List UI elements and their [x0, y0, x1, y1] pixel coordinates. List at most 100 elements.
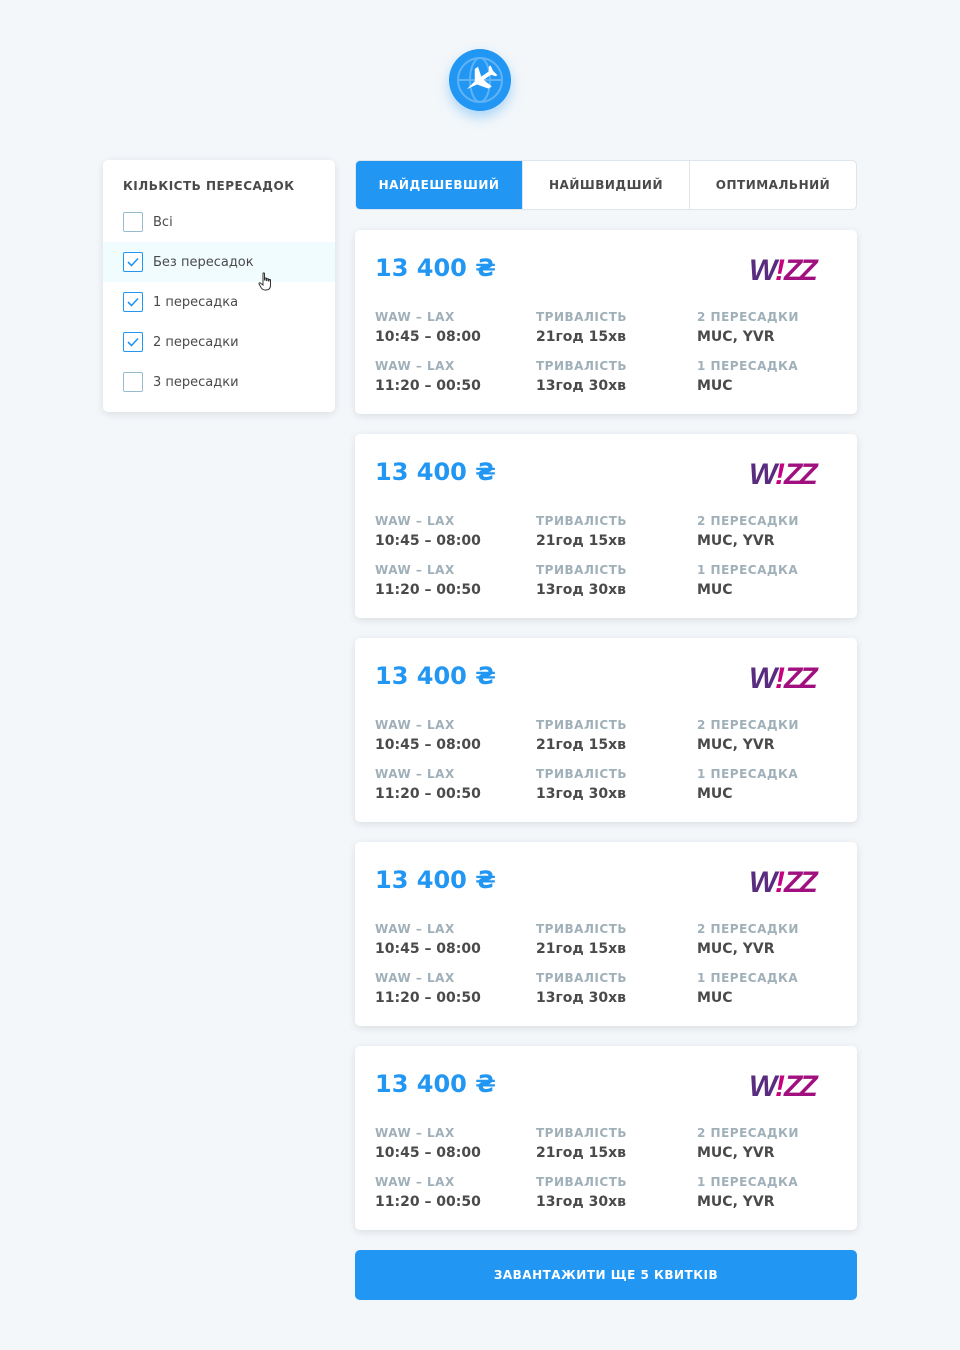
stops-column: 2 пересадки MUC, YVR	[697, 1125, 799, 1163]
carrier-logo: W! ZZ	[749, 1068, 822, 1108]
stops-column: 1 пересадка MUC	[697, 358, 798, 396]
checkbox[interactable]	[123, 292, 143, 312]
time-value: 10:45 – 08:00	[375, 737, 481, 753]
flight-segment: WAW – LAX 10:45 – 08:00 Тривалість 21год 15…	[375, 1125, 837, 1165]
route-label: WAW – LAX	[375, 922, 455, 936]
checkmark-icon	[127, 297, 139, 307]
flight-segment: WAW – LAX 11:20 – 00:50 Тривалість 13год 30…	[375, 1174, 837, 1214]
route-column: WAW – LAX 11:20 – 00:50	[375, 1174, 481, 1212]
time-value: 10:45 – 08:00	[375, 533, 481, 549]
ticket-price: 13 400 ₴	[375, 458, 496, 486]
route-column: WAW – LAX 10:45 – 08:00	[375, 921, 481, 959]
flight-segment: WAW – LAX 10:45 – 08:00 Тривалість 21год 15…	[375, 309, 837, 349]
route-label: WAW – LAX	[375, 1126, 455, 1140]
duration-column: Тривалість 13год 30хв	[536, 358, 627, 396]
hand-pointer-icon	[258, 272, 271, 291]
route-label: WAW – LAX	[375, 1175, 455, 1189]
filter-option-label: 3 пересадки	[153, 374, 239, 390]
airplane-globe-icon	[457, 57, 503, 103]
stops-label: 1 пересадка	[697, 971, 799, 985]
wizz-air-logo: W! ZZ	[749, 1070, 822, 1103]
stops-column: 1 пересадка MUC	[697, 562, 798, 600]
filter-option[interactable]: 3 пересадки	[103, 362, 335, 402]
tab-optimal[interactable]: ОПТИМАЛЬНИЙ	[690, 161, 856, 209]
stops-value: MUC	[697, 378, 733, 394]
stops-value: MUC, YVR	[697, 941, 775, 957]
wizz-air-logo: W! ZZ	[749, 662, 822, 695]
stops-column: 1 пересадка MUC	[697, 970, 798, 1008]
stops-column: 2 пересадки MUC, YVR	[697, 513, 799, 551]
svg-text:ZZ: ZZ	[783, 254, 819, 287]
route-label: WAW – LAX	[375, 718, 455, 732]
svg-text:ZZ: ZZ	[783, 662, 819, 695]
stops-value: MUC	[697, 786, 733, 802]
route-column: WAW – LAX 11:20 – 00:50	[375, 766, 481, 804]
duration-label: Тривалість	[536, 971, 628, 985]
checkbox[interactable]	[123, 212, 143, 232]
stops-column: 2 пересадки MUC, YVR	[697, 921, 799, 959]
stops-label: 2 пересадки	[697, 922, 799, 936]
ticket-card[interactable]: 13 400 ₴ W! ZZ WAW – LAX 10:45 – 08:00 Тривал…	[355, 230, 857, 414]
stops-value: MUC, YVR	[697, 1145, 775, 1161]
stops-value: MUC	[697, 582, 733, 598]
stops-column: 2 пересадки MUC, YVR	[697, 309, 799, 347]
duration-column: Тривалість 13год 30хв	[536, 1174, 627, 1212]
ticket-card[interactable]: 13 400 ₴ W! ZZ WAW – LAX 10:45 – 08:00 Тривал…	[355, 638, 857, 822]
stops-column: 1 пересадка MUC	[697, 766, 798, 804]
wizz-air-logo: W! ZZ	[749, 458, 822, 491]
ticket-card[interactable]: 13 400 ₴ W! ZZ WAW – LAX 10:45 – 08:00 Тривал…	[355, 842, 857, 1026]
time-value: 10:45 – 08:00	[375, 329, 481, 345]
stops-label: 1 пересадка	[697, 359, 799, 373]
filter-option[interactable]: Всі	[103, 202, 335, 242]
time-value: 11:20 – 00:50	[375, 1194, 481, 1210]
route-column: WAW – LAX 10:45 – 08:00	[375, 1125, 481, 1163]
time-value: 10:45 – 08:00	[375, 1145, 481, 1161]
duration-value: 21год 15хв	[536, 737, 626, 753]
duration-label: Тривалість	[536, 514, 628, 528]
duration-value: 13год 30хв	[536, 990, 626, 1006]
ticket-card[interactable]: 13 400 ₴ W! ZZ WAW – LAX 10:45 – 08:00 Тривал…	[355, 434, 857, 618]
flight-segment: WAW – LAX 11:20 – 00:50 Тривалість 13год 30…	[375, 358, 837, 398]
route-label: WAW – LAX	[375, 767, 455, 781]
svg-text:ZZ: ZZ	[783, 458, 819, 491]
tab-cheapest[interactable]: НАЙДЕШЕВШИЙ	[356, 161, 523, 209]
wizz-air-logo: W! ZZ	[749, 254, 822, 287]
duration-column: Тривалість 21год 15хв	[536, 717, 627, 755]
duration-value: 21год 15хв	[536, 329, 626, 345]
duration-label: Тривалість	[536, 563, 628, 577]
flight-segment: WAW – LAX 11:20 – 00:50 Тривалість 13год 30…	[375, 970, 837, 1010]
flight-segment: WAW – LAX 10:45 – 08:00 Тривалість 21год 15…	[375, 717, 837, 757]
flight-segment: WAW – LAX 10:45 – 08:00 Тривалість 21год 15…	[375, 513, 837, 553]
filter-option[interactable]: Без пересадок	[103, 242, 335, 282]
filter-option-label: Без пересадок	[153, 254, 254, 270]
duration-label: Тривалість	[536, 922, 628, 936]
duration-value: 13год 30хв	[536, 582, 626, 598]
stops-value: MUC, YVR	[697, 329, 775, 345]
duration-column: Тривалість 21год 15хв	[536, 513, 627, 551]
stops-label: 1 пересадка	[697, 1175, 799, 1189]
duration-column: Тривалість 13год 30хв	[536, 766, 627, 804]
stops-value: MUC	[697, 990, 733, 1006]
checkbox[interactable]	[123, 372, 143, 392]
route-column: WAW – LAX 10:45 – 08:00	[375, 717, 481, 755]
flight-segment: WAW – LAX 10:45 – 08:00 Тривалість 21год 15…	[375, 921, 837, 961]
ticket-card[interactable]: 13 400 ₴ W! ZZ WAW – LAX 10:45 – 08:00 Тривал…	[355, 1046, 857, 1230]
duration-column: Тривалість 21год 15хв	[536, 1125, 627, 1163]
route-label: WAW – LAX	[375, 514, 455, 528]
duration-value: 13год 30хв	[536, 378, 626, 394]
tab-fastest[interactable]: НАЙШВИДШИЙ	[523, 161, 690, 209]
duration-column: Тривалість 13год 30хв	[536, 970, 627, 1008]
ticket-price: 13 400 ₴	[375, 662, 496, 690]
duration-label: Тривалість	[536, 1126, 628, 1140]
filter-option[interactable]: 2 пересадки	[103, 322, 335, 362]
route-column: WAW – LAX 11:20 – 00:50	[375, 970, 481, 1008]
load-more-button[interactable]: ЗАВАНТАЖИТИ ЩЕ 5 КВИТКІВ	[355, 1250, 857, 1300]
checkbox[interactable]	[123, 332, 143, 352]
time-value: 11:20 – 00:50	[375, 378, 481, 394]
route-label: WAW – LAX	[375, 359, 455, 373]
duration-value: 13год 30хв	[536, 786, 626, 802]
checkbox[interactable]	[123, 252, 143, 272]
filter-option[interactable]: 1 пересадка	[103, 282, 335, 322]
stops-value: MUC, YVR	[697, 533, 775, 549]
stops-label: 1 пересадка	[697, 563, 799, 577]
